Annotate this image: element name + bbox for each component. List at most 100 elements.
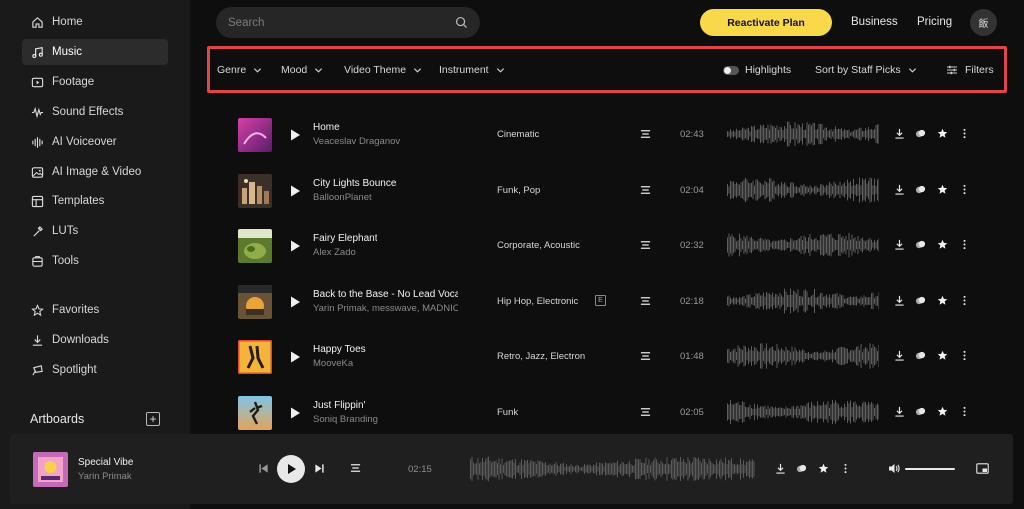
download-icon[interactable] bbox=[894, 350, 905, 361]
more-options-icon[interactable] bbox=[959, 295, 970, 306]
similar-tracks-icon[interactable] bbox=[640, 407, 651, 417]
track-genre[interactable]: Retro, Jazz, Electronic bbox=[497, 351, 585, 362]
track-genre[interactable]: Funk, Pop bbox=[497, 185, 540, 196]
add-to-artboard-icon[interactable] bbox=[915, 184, 926, 195]
track-artist[interactable]: Yarin Primak, messwave, MADNIC bbox=[313, 303, 458, 314]
mood-dropdown[interactable]: Mood bbox=[281, 64, 323, 76]
track-row[interactable]: Back to the Base - No Lead Vocals Yarin … bbox=[190, 285, 1024, 335]
download-icon[interactable] bbox=[894, 239, 905, 250]
highlights-toggle[interactable]: Highlights bbox=[723, 64, 791, 76]
favorite-star-icon[interactable] bbox=[937, 239, 948, 250]
now-playing-title[interactable]: Special Vibe bbox=[78, 457, 133, 468]
track-artist[interactable]: BalloonPlanet bbox=[313, 192, 372, 203]
track-genre[interactable]: Hip Hop, Electronic bbox=[497, 296, 578, 307]
filters-button[interactable]: Filters bbox=[946, 64, 994, 76]
instrument-dropdown[interactable]: Instrument bbox=[439, 64, 505, 76]
business-link[interactable]: Business bbox=[851, 16, 898, 28]
avatar[interactable]: 飯 bbox=[970, 9, 997, 36]
sidebar-item-luts[interactable]: LUTs bbox=[22, 218, 168, 244]
play-icon[interactable] bbox=[288, 295, 302, 309]
more-options-icon[interactable] bbox=[959, 184, 970, 195]
similar-tracks-icon[interactable] bbox=[350, 463, 361, 473]
volume-slider[interactable] bbox=[905, 468, 955, 470]
sidebar-item-downloads[interactable]: Downloads bbox=[22, 327, 168, 353]
play-icon[interactable] bbox=[288, 239, 302, 253]
add-to-artboard-icon[interactable] bbox=[796, 463, 807, 474]
sidebar-item-tools[interactable]: Tools bbox=[22, 248, 168, 274]
track-title[interactable]: City Lights Bounce bbox=[313, 178, 396, 189]
sidebar-item-favorites[interactable]: Favorites bbox=[22, 297, 168, 323]
track-title[interactable]: Home bbox=[313, 122, 340, 133]
track-cover[interactable] bbox=[238, 118, 272, 152]
sidebar-item-music[interactable]: Music bbox=[22, 39, 168, 65]
track-waveform[interactable] bbox=[727, 120, 879, 148]
play-icon[interactable] bbox=[288, 350, 302, 364]
track-waveform[interactable] bbox=[727, 342, 879, 370]
track-waveform[interactable] bbox=[727, 287, 879, 315]
similar-tracks-icon[interactable] bbox=[640, 240, 651, 250]
previous-track-icon[interactable] bbox=[258, 463, 269, 474]
more-options-icon[interactable] bbox=[959, 406, 970, 417]
track-row[interactable]: Home Veaceslav Draganov Cinematic 02:43 bbox=[190, 118, 1024, 168]
track-row[interactable]: Happy Toes MooveKa Retro, Jazz, Electron… bbox=[190, 340, 1024, 390]
more-options-icon[interactable] bbox=[840, 463, 851, 474]
now-playing-cover[interactable] bbox=[33, 452, 68, 487]
track-waveform[interactable] bbox=[727, 231, 879, 259]
track-title[interactable]: Back to the Base - No Lead Vocals bbox=[313, 289, 458, 300]
track-cover[interactable] bbox=[238, 174, 272, 208]
reactivate-plan-button[interactable]: Reactivate Plan bbox=[700, 9, 832, 36]
search-icon[interactable] bbox=[455, 16, 468, 29]
track-genre[interactable]: Funk bbox=[497, 407, 518, 418]
track-title[interactable]: Happy Toes bbox=[313, 344, 366, 355]
video-theme-dropdown[interactable]: Video Theme bbox=[344, 64, 422, 76]
favorite-star-icon[interactable] bbox=[818, 463, 829, 474]
track-artist[interactable]: Alex Zado bbox=[313, 247, 356, 258]
track-row[interactable]: Fairy Elephant Alex Zado Corporate, Acou… bbox=[190, 229, 1024, 279]
favorite-star-icon[interactable] bbox=[937, 128, 948, 139]
volume-icon[interactable] bbox=[888, 463, 900, 474]
add-to-artboard-icon[interactable] bbox=[915, 406, 926, 417]
more-options-icon[interactable] bbox=[959, 350, 970, 361]
play-icon[interactable] bbox=[288, 184, 302, 198]
add-to-artboard-icon[interactable] bbox=[915, 128, 926, 139]
track-cover[interactable] bbox=[238, 229, 272, 263]
add-artboard-button[interactable]: + bbox=[146, 412, 160, 426]
toggle-switch[interactable] bbox=[723, 65, 739, 75]
pricing-link[interactable]: Pricing bbox=[917, 16, 952, 28]
track-artist[interactable]: MooveKa bbox=[313, 358, 353, 369]
sidebar-item-spotlight[interactable]: Spotlight bbox=[22, 357, 168, 383]
sidebar-item-home[interactable]: Home bbox=[22, 9, 168, 35]
similar-tracks-icon[interactable] bbox=[640, 185, 651, 195]
sort-dropdown[interactable]: Sort by Staff Picks bbox=[815, 64, 917, 76]
favorite-star-icon[interactable] bbox=[937, 406, 948, 417]
search-input[interactable] bbox=[228, 16, 455, 29]
download-icon[interactable] bbox=[894, 406, 905, 417]
download-icon[interactable] bbox=[894, 295, 905, 306]
more-options-icon[interactable] bbox=[959, 239, 970, 250]
track-artist[interactable]: Soniq Branding bbox=[313, 414, 378, 425]
track-waveform[interactable] bbox=[727, 176, 879, 204]
add-to-artboard-icon[interactable] bbox=[915, 295, 926, 306]
similar-tracks-icon[interactable] bbox=[640, 296, 651, 306]
track-cover[interactable] bbox=[238, 340, 272, 374]
favorite-star-icon[interactable] bbox=[937, 350, 948, 361]
track-genre[interactable]: Corporate, Acoustic bbox=[497, 240, 580, 251]
now-playing-artist[interactable]: Yarin Primak bbox=[78, 471, 132, 482]
track-title[interactable]: Fairy Elephant bbox=[313, 233, 377, 244]
track-artist[interactable]: Veaceslav Draganov bbox=[313, 136, 400, 147]
add-to-artboard-icon[interactable] bbox=[915, 239, 926, 250]
play-icon[interactable] bbox=[288, 128, 302, 142]
similar-tracks-icon[interactable] bbox=[640, 129, 651, 139]
track-row[interactable]: City Lights Bounce BalloonPlanet Funk, P… bbox=[190, 174, 1024, 224]
track-cover[interactable] bbox=[238, 396, 272, 430]
download-icon[interactable] bbox=[894, 184, 905, 195]
track-title[interactable]: Just Flippin' bbox=[313, 400, 366, 411]
similar-tracks-icon[interactable] bbox=[640, 351, 651, 361]
download-icon[interactable] bbox=[894, 128, 905, 139]
player-waveform[interactable] bbox=[470, 455, 755, 483]
track-waveform[interactable] bbox=[727, 398, 879, 426]
play-button[interactable] bbox=[277, 455, 305, 483]
sidebar-item-templates[interactable]: Templates bbox=[22, 188, 168, 214]
sidebar-item-ai-voiceover[interactable]: AI Voiceover bbox=[22, 129, 168, 155]
add-to-artboard-icon[interactable] bbox=[915, 350, 926, 361]
